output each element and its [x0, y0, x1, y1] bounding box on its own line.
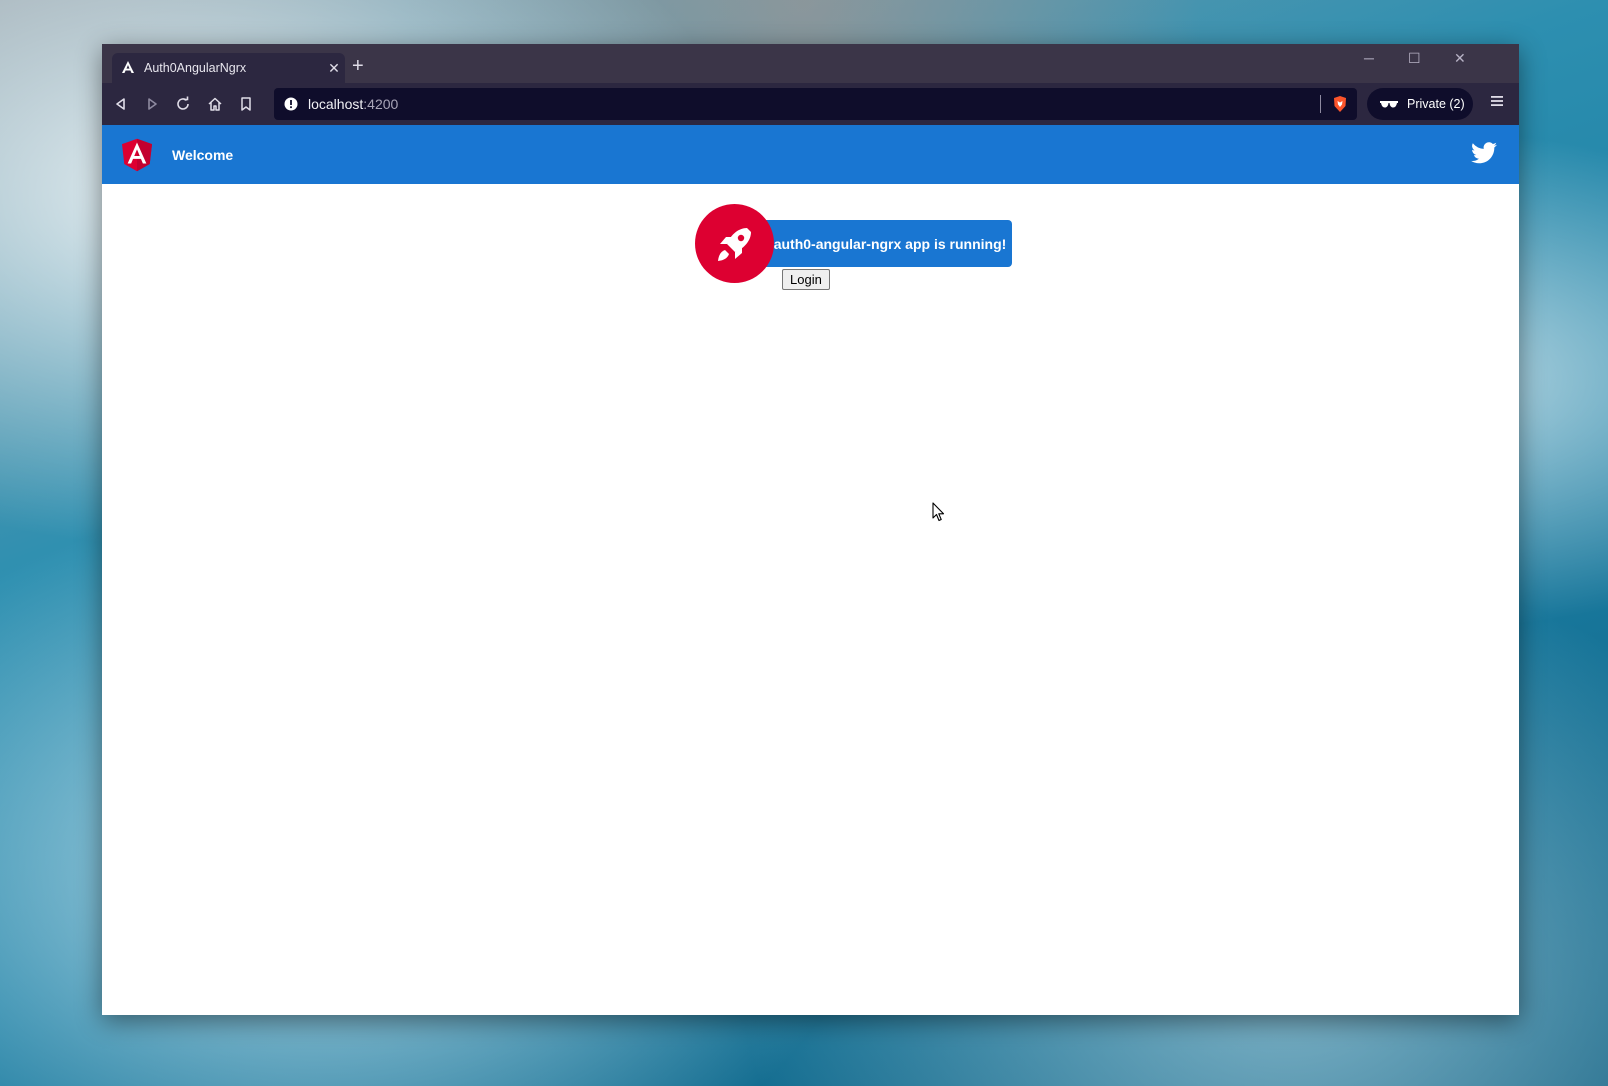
rocket-icon [717, 227, 751, 261]
sunglasses-icon [1380, 101, 1398, 108]
url-separator [1320, 95, 1321, 113]
browser-titlebar: Auth0AngularNgrx ✕ + ─ ☐ ✕ [102, 44, 1519, 83]
rocket-badge [695, 204, 774, 283]
app-running-message: auth0-angular-ngrx app is running! [760, 220, 1012, 267]
login-button[interactable]: Login [782, 269, 830, 290]
url-port: :4200 [363, 96, 399, 112]
close-tab-icon[interactable]: ✕ [323, 60, 345, 77]
private-label: Private (2) [1407, 97, 1465, 111]
page-title: Welcome [172, 146, 234, 163]
bookmark-icon[interactable] [235, 93, 257, 115]
browser-window: Auth0AngularNgrx ✕ + ─ ☐ ✕ localhost:42… [102, 44, 1519, 1015]
brave-shields-icon[interactable] [1331, 95, 1349, 113]
address-bar[interactable]: localhost:4200 [274, 88, 1357, 120]
new-tab-icon[interactable]: + [352, 56, 364, 76]
browser-toolbar: localhost:4200 Private (2) [102, 83, 1519, 125]
twitter-icon[interactable] [1471, 142, 1497, 164]
close-window-icon[interactable]: ✕ [1454, 50, 1466, 67]
reload-icon[interactable] [172, 93, 194, 115]
site-info-icon[interactable] [284, 97, 298, 111]
back-icon[interactable] [110, 93, 132, 115]
minimize-icon[interactable]: ─ [1364, 50, 1374, 66]
angular-icon [122, 61, 134, 73]
mouse-cursor-icon [932, 502, 945, 522]
app-running-card: auth0-angular-ngrx app is running! [695, 204, 1012, 283]
home-icon[interactable] [204, 93, 226, 115]
hamburger-menu-icon[interactable] [1490, 94, 1504, 113]
private-window-badge[interactable]: Private (2) [1367, 88, 1473, 120]
tab-title: Auth0AngularNgrx [144, 61, 247, 75]
forward-icon[interactable] [141, 93, 163, 115]
angular-logo-icon [122, 138, 152, 171]
app-toolbar: Welcome [102, 125, 1519, 184]
browser-tab[interactable]: Auth0AngularNgrx ✕ [112, 53, 345, 83]
url-host: localhost [308, 96, 364, 112]
maximize-icon[interactable]: ☐ [1408, 50, 1421, 67]
